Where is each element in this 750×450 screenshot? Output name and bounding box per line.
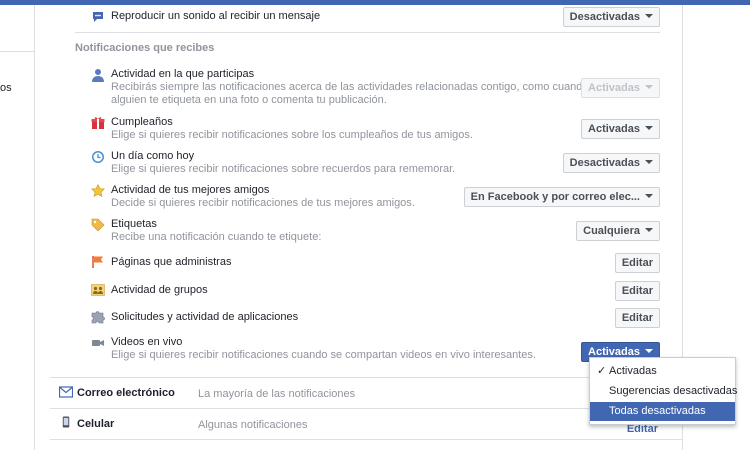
dropdown-option-label: Sugerencias desactivadas bbox=[609, 385, 738, 397]
email-row[interactable]: Correo electrónico La mayoría de las not… bbox=[35, 379, 683, 409]
person-icon bbox=[92, 69, 104, 82]
setting-row-close-friends: Actividad de tus mejores amigos Decide s… bbox=[35, 183, 683, 215]
birthdays-dropdown-label: Activadas bbox=[588, 123, 640, 135]
mobile-row[interactable]: Celular Algunas notificaciones Editar bbox=[35, 410, 683, 440]
setting-description: Recibe una notificación cuando te etique… bbox=[111, 231, 322, 243]
setting-description: Elige si quieres recibir notificaciones … bbox=[111, 129, 473, 141]
chevron-down-icon bbox=[645, 126, 653, 131]
pages-edit-button[interactable]: Editar bbox=[614, 253, 660, 273]
activity-dropdown-label: Activadas bbox=[588, 82, 640, 94]
dropdown-option-sugerencias-desactivadas[interactable]: Sugerencias desactivadas bbox=[590, 382, 738, 401]
puzzle-icon bbox=[91, 311, 105, 324]
chevron-down-icon bbox=[645, 14, 653, 19]
video-camera-icon bbox=[92, 340, 104, 346]
dropdown-option-label: Todas desactivadas bbox=[609, 405, 706, 417]
divider bbox=[50, 439, 683, 440]
setting-title: Un día como hoy bbox=[111, 150, 195, 162]
setting-title: Cumpleaños bbox=[111, 116, 173, 128]
setting-row-groups: Actividad de grupos Editar bbox=[35, 280, 683, 306]
on-this-day-dropdown[interactable]: Desactivadas bbox=[562, 153, 660, 173]
setting-title: Actividad de tus mejores amigos bbox=[111, 184, 270, 196]
mobile-title: Celular bbox=[77, 418, 115, 430]
setting-description: Elige si quieres recibir notificaciones … bbox=[111, 349, 536, 361]
setting-title: Videos en vivo bbox=[111, 336, 183, 348]
setting-row-apps: Solicitudes y actividad de aplicaciones … bbox=[35, 307, 683, 333]
left-nav-item-fragment[interactable]: os bbox=[0, 82, 12, 94]
setting-row-activity: Actividad en la que participas Recibirás… bbox=[35, 67, 683, 111]
phone-icon bbox=[62, 416, 70, 428]
birthdays-dropdown[interactable]: Activadas bbox=[581, 119, 660, 139]
chevron-down-icon bbox=[645, 194, 653, 199]
groups-icon bbox=[91, 284, 105, 296]
chevron-down-icon bbox=[645, 85, 653, 90]
setting-description: Elige si quieres recibir notificaciones … bbox=[111, 163, 456, 175]
groups-edit-button[interactable]: Editar bbox=[614, 281, 660, 301]
sound-setting-dropdown-label: Desactivadas bbox=[569, 11, 640, 23]
sound-setting-title: Reproducir un sonido al recibir un mensa… bbox=[111, 10, 321, 22]
dropdown-option-todas-desactivadas[interactable]: Todas desactivadas bbox=[590, 402, 735, 421]
setting-row-tags: Etiquetas Recibe una notificación cuando… bbox=[35, 217, 683, 249]
setting-title: Actividad en la que participas bbox=[111, 68, 255, 80]
dropdown-option-label: Activadas bbox=[609, 365, 657, 377]
setting-description: Recibirás siempre las notificaciones ace… bbox=[111, 81, 589, 93]
setting-title: Páginas que administras bbox=[111, 256, 232, 268]
tags-dropdown-label: Cualquiera bbox=[583, 225, 640, 237]
divider bbox=[75, 32, 660, 33]
left-nav: os bbox=[0, 5, 35, 450]
chevron-down-icon bbox=[645, 160, 653, 165]
setting-description: Decide si quieres recibir notificaciones… bbox=[111, 197, 415, 209]
section-title: Notificaciones que recibes bbox=[75, 42, 215, 54]
on-this-day-dropdown-label: Desactivadas bbox=[569, 157, 640, 169]
flag-icon bbox=[92, 256, 103, 268]
mobile-description: Algunas notificaciones bbox=[198, 419, 308, 431]
clock-icon bbox=[92, 151, 104, 163]
setting-title: Etiquetas bbox=[111, 218, 157, 230]
envelope-icon bbox=[59, 386, 73, 398]
tag-icon bbox=[91, 218, 105, 232]
chat-bubble-icon bbox=[93, 12, 103, 22]
gift-icon bbox=[91, 117, 105, 129]
setting-description-line2: alguien te etiqueta en una foto o coment… bbox=[111, 94, 387, 106]
checkmark-icon: ✓ bbox=[597, 365, 607, 377]
email-title: Correo electrónico bbox=[77, 387, 175, 399]
dropdown-option-activadas[interactable]: ✓ Activadas bbox=[590, 362, 735, 381]
activity-dropdown[interactable]: Activadas bbox=[581, 78, 660, 98]
setting-title: Solicitudes y actividad de aplicaciones bbox=[111, 311, 299, 323]
setting-row-live-video: Videos en vivo Elige si quieres recibir … bbox=[35, 335, 683, 371]
sound-setting-row: Reproducir un sonido al recibir un mensa… bbox=[35, 5, 683, 33]
live-video-dropdown-menu: ✓ Activadas Sugerencias desactivadas Tod… bbox=[589, 357, 738, 425]
apps-edit-button[interactable]: Editar bbox=[614, 308, 660, 328]
sound-setting-dropdown[interactable]: Desactivadas bbox=[562, 7, 660, 27]
close-friends-dropdown-label: En Facebook y por correo elec... bbox=[470, 191, 640, 203]
setting-row-birthdays: Cumpleaños Elige si quieres recibir noti… bbox=[35, 115, 683, 147]
setting-title: Actividad de grupos bbox=[111, 284, 208, 296]
star-friend-icon bbox=[91, 184, 105, 197]
left-nav-divider bbox=[0, 51, 34, 52]
email-description: La mayoría de las notificaciones bbox=[198, 388, 356, 400]
tags-dropdown[interactable]: Cualquiera bbox=[576, 221, 660, 241]
setting-row-on-this-day: Un día como hoy Elige si quieres recibir… bbox=[35, 149, 683, 181]
chevron-down-icon bbox=[645, 349, 653, 354]
close-friends-dropdown[interactable]: En Facebook y por correo elec... bbox=[463, 187, 660, 207]
chevron-down-icon bbox=[645, 228, 653, 233]
setting-row-pages: Páginas que administras Editar bbox=[35, 252, 683, 278]
settings-panel: Reproducir un sonido al recibir un mensa… bbox=[35, 5, 683, 450]
